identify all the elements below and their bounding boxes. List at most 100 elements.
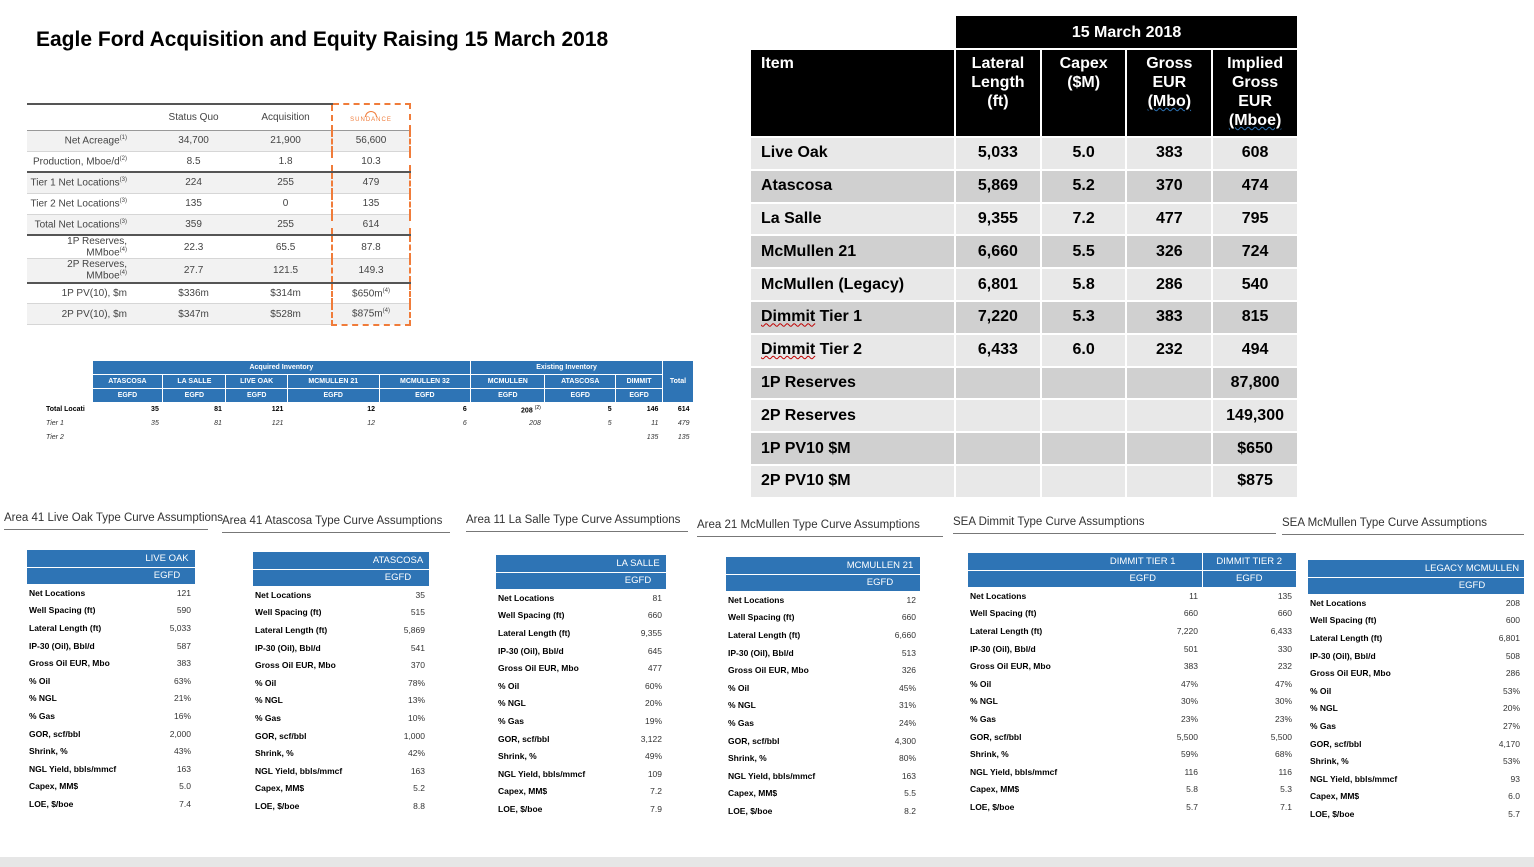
type-curve-label: % Oil	[970, 678, 992, 689]
inventory-value: 208 (2)	[471, 403, 545, 417]
row-label-text: 2P PV(10), $m	[61, 308, 127, 320]
capex-value	[1039, 398, 1128, 434]
type-curve-label: IP-30 (Oil), Bbl/d	[255, 642, 321, 653]
type-curve-value: 5.7	[1186, 801, 1198, 812]
type-curve-row: LOE, $/boe 8.8	[253, 797, 429, 815]
type-curve-label: Lateral Length (ft)	[1310, 632, 1383, 643]
summary-row: 2P Reserves 149,300	[748, 398, 1299, 434]
comparison-row: Total Net Locations(3) 359 255 614	[27, 214, 411, 236]
type-curve-value: 370	[410, 660, 425, 671]
type-curve-row: GOR, scf/bbl 4,170	[1308, 735, 1524, 753]
type-curve-label: % Gas	[1310, 720, 1336, 731]
type-curve-label: Shrink, %	[728, 753, 767, 764]
type-curve-label: NGL Yield, bbls/mmcf	[29, 763, 117, 774]
capex-header: Capex ($M)	[1039, 48, 1128, 138]
type-curve-label: % Oil	[728, 682, 750, 693]
type-curve-row: Capex, MM$ 5.0	[27, 778, 195, 796]
type-curve-header-row: ATASCOSA	[253, 552, 429, 569]
comparison-row: 1P Reserves, MMboe(4) 22.3 65.5 87.8	[27, 235, 411, 260]
type-curve-row: Shrink, % 53%	[1308, 752, 1524, 770]
inventory-row-label: Tier 2	[46, 434, 64, 441]
sundance-value-text: $650m	[352, 288, 383, 300]
type-curve-label: Gross Oil EUR, Mbo	[1310, 668, 1391, 679]
type-curve-label: Net Locations	[255, 589, 312, 600]
summary-row: Dimmit Tier 1 7,220 5.3 383 815	[748, 299, 1299, 335]
inventory-value-text: 208	[529, 420, 541, 427]
type-curve-row: Shrink, % 42%	[253, 744, 429, 762]
implied-eur-value: 87,800	[1211, 365, 1299, 401]
summary-item: McMullen 21	[748, 234, 957, 270]
type-curve-label: Shrink, %	[970, 749, 1009, 760]
type-curve-table: DIMMIT TIER 1 DIMMIT TIER 2 EGFD EGFD Net Lo…	[968, 553, 1296, 816]
type-curve-sub-header: EGFD	[610, 571, 666, 589]
page-title: Eagle Ford Acquisition and Equity Raisin…	[36, 28, 609, 51]
row-label-text: Net Acreage	[64, 135, 120, 147]
type-curve-label: Gross Oil EUR, Mbo	[255, 660, 336, 671]
type-curve-label: Lateral Length (ft)	[29, 622, 102, 633]
type-curve-row: IP-30 (Oil), Bbl/d 501 330	[968, 640, 1296, 658]
type-curve-row: NGL Yield, bbls/mmcf 93	[1308, 770, 1524, 788]
type-curve-value: 16%	[173, 710, 191, 721]
implied-eur-value: 608	[1211, 136, 1299, 171]
type-curve-value: 20%	[1502, 703, 1520, 714]
inventory-value-text: 5	[607, 420, 612, 427]
type-curve-label: IP-30 (Oil), Bbl/d	[498, 645, 564, 656]
type-curve-sub-header: EGFD	[840, 573, 920, 591]
type-curve-column-header: DIMMIT TIER 2	[1201, 553, 1296, 570]
type-curve-value: 590	[176, 605, 191, 616]
status-quo-value: $336m	[147, 282, 241, 305]
type-curve-row: IP-30 (Oil), Bbl/d 508	[1308, 647, 1524, 665]
type-curve-row: Net Locations 12	[726, 591, 920, 609]
summary-item-text: 1P PV10 $M	[761, 439, 851, 457]
inventory-sub-header: EGFD	[91, 388, 164, 403]
summary-item: La Salle	[748, 201, 957, 237]
type-curve-row: % Gas 19%	[496, 712, 666, 730]
summary-row: Dimmit Tier 2 6,433 6.0 232 494	[748, 332, 1299, 368]
type-curve-row: Shrink, % 80%	[726, 749, 920, 767]
comparison-row: 2P Reserves, MMboe(4) 27.7 121.5 149.3	[27, 258, 411, 284]
summary-item-text: 2P PV10 $M	[761, 472, 851, 490]
type-curve-label: IP-30 (Oil), Bbl/d	[970, 643, 1036, 654]
row-label: 1P Reserves, MMboe(4)	[27, 235, 147, 260]
type-curve-row: Lateral Length (ft) 5,033	[27, 619, 195, 637]
blank-cell	[253, 568, 367, 586]
type-curve-value: 11	[1189, 590, 1198, 601]
type-curve-label: GOR, scf/bbl	[498, 733, 550, 744]
type-curve-value: 645	[647, 645, 662, 656]
type-curve-row: % Gas 24%	[726, 714, 920, 732]
inventory-total: 479	[677, 420, 690, 427]
type-curve-row: % Oil 78%	[253, 674, 429, 692]
gross-eur-value: 383	[1125, 299, 1214, 335]
type-curve-row: IP-30 (Oil), Bbl/d 513	[726, 644, 920, 662]
status-quo-value: 224	[147, 172, 241, 194]
inventory-value: 12	[287, 403, 379, 417]
type-curve-row: GOR, scf/bbl 5,500 5,500	[968, 728, 1296, 746]
type-curve-row: % Oil 63%	[27, 672, 195, 690]
type-curve-value: 5,869	[403, 624, 425, 635]
type-curve-row: NGL Yield, bbls/mmcf 109	[496, 765, 666, 783]
type-curve-row: % NGL 30% 30%	[968, 693, 1296, 711]
type-curve-row: NGL Yield, bbls/mmcf 163	[27, 760, 195, 778]
sundance-value: 614	[331, 214, 411, 236]
inventory-row-label: Tier 1	[46, 420, 64, 427]
row-label: 2P PV(10), $m	[27, 303, 147, 326]
type-curve-value: 163	[901, 770, 916, 781]
footnote-marker: (3)	[119, 177, 127, 184]
type-curve-value: 326	[901, 665, 916, 676]
type-curve-value: 5.2	[413, 783, 425, 794]
type-curve-value: 5,500	[1270, 731, 1292, 742]
sundance-value: 479	[331, 172, 411, 194]
inventory-value-text: 81	[214, 406, 222, 414]
type-curve-row: % Gas 23% 23%	[968, 710, 1296, 728]
type-curve-label: Net Locations	[970, 590, 1027, 601]
existing-inventory-header: Existing Inventory	[470, 360, 663, 375]
implied-eur-value: 149,300	[1211, 398, 1299, 434]
type-curve-table: LEGACY MCMULLEN EGFD Net Locations 208 Well …	[1308, 560, 1524, 823]
type-curve-label: % Oil	[1310, 685, 1332, 696]
implied-eur-value: 724	[1211, 234, 1299, 270]
blank-cell	[27, 550, 139, 567]
capex-value: 5.8	[1039, 267, 1128, 302]
type-curve-row: Gross Oil EUR, Mbo 477	[496, 659, 666, 677]
acquisition-value: 255	[240, 172, 332, 194]
acquired-inventory-header: Acquired Inventory	[91, 360, 472, 375]
